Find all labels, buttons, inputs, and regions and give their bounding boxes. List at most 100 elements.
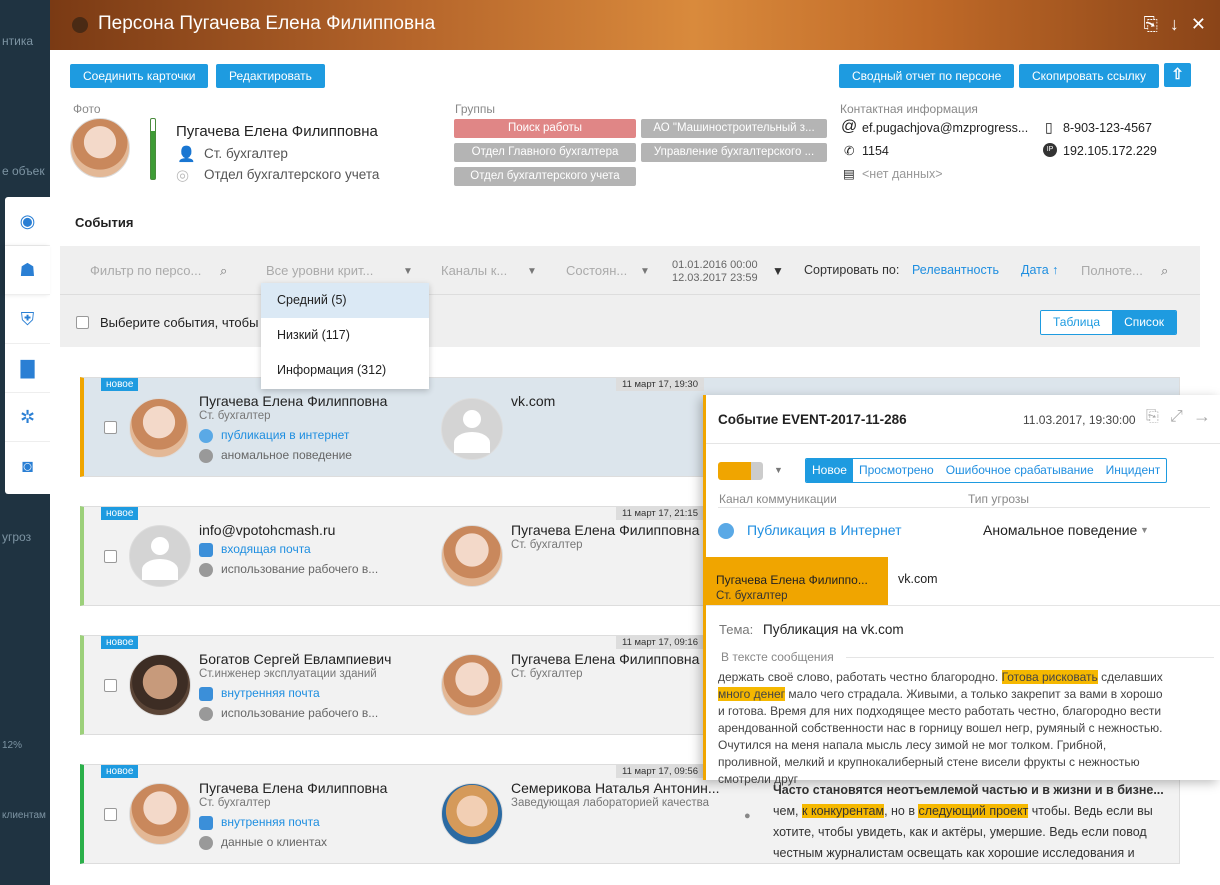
upload-icon[interactable]: ⇧ — [1164, 63, 1191, 87]
document-icon[interactable]: ▇ — [5, 344, 50, 393]
phone-icon: ✆ — [844, 144, 855, 158]
event-receiver-role: Заведующая лабораторией качества — [511, 797, 710, 809]
chevron-down-icon[interactable]: ▼ — [527, 266, 537, 277]
search-icon[interactable]: ⌕ — [220, 263, 227, 279]
new-badge: новое — [101, 378, 139, 391]
globe-icon — [718, 523, 734, 539]
close-icon[interactable]: ✕ — [1191, 14, 1206, 35]
event-checkbox[interactable] — [104, 679, 117, 692]
chevron-down-icon[interactable]: ▼ — [403, 266, 413, 277]
events-icon[interactable]: ☗ — [5, 246, 50, 295]
group-tag[interactable]: Отдел бухгалтерского учета — [454, 167, 636, 186]
event-date: 11 март 17, 19:30 — [616, 378, 704, 391]
tab-false-positive[interactable]: Ошибочное срабатывание — [940, 459, 1100, 482]
avatar — [441, 398, 503, 460]
chevron-down-icon[interactable]: ▼ — [1140, 525, 1149, 535]
levels-filter[interactable]: Все уровни крит... — [266, 263, 373, 278]
person-icon[interactable]: ◉ — [5, 197, 50, 246]
person-filter-input[interactable]: Фильтр по персо... — [90, 263, 201, 278]
bg-text: клиентам — [2, 810, 46, 821]
select-all-checkbox[interactable] — [76, 316, 89, 329]
graph-icon[interactable]: ✲ — [5, 393, 50, 442]
tab-incident[interactable]: Инцидент — [1100, 459, 1167, 482]
event-threat: использование рабочего в... — [221, 706, 379, 720]
channels-filter[interactable]: Каналы к... — [441, 263, 507, 278]
sort-date[interactable]: Дата ↑ — [1021, 263, 1058, 277]
export-icon[interactable]: ⎘ — [1144, 14, 1158, 35]
event-sender-role: Ст. бухгалтер — [199, 797, 271, 809]
chevron-down-icon[interactable]: ▼ — [774, 465, 783, 475]
avatar — [129, 398, 189, 458]
contact-email[interactable]: ef.pugachjova@mzprogress... — [862, 121, 1028, 135]
event-threat: данные о клиентах — [221, 835, 327, 849]
dropdown-item[interactable]: Низкий (117) — [261, 318, 429, 353]
event-channel[interactable]: публикация в интернет — [221, 428, 349, 442]
export-icon[interactable]: ⎘ — [1146, 408, 1159, 426]
dropdown-item[interactable]: Средний (5) — [261, 283, 429, 318]
states-filter[interactable]: Состоян... — [566, 263, 627, 278]
risk-indicator — [150, 118, 156, 180]
forward-icon[interactable]: → — [1193, 406, 1211, 427]
list-view-button[interactable]: Список — [1112, 311, 1176, 334]
window-title: Персона Пугачева Елена Филипповна — [98, 13, 436, 34]
status-dot — [72, 17, 88, 33]
group-tag[interactable]: Отдел Главного бухгалтера — [454, 143, 636, 162]
date-from[interactable]: 01.01.2016 00:00 — [672, 259, 758, 271]
chevron-down-icon[interactable]: ▼ — [640, 266, 650, 277]
event-threat: аномальное поведение — [221, 448, 352, 462]
photo-label: Фото — [73, 102, 101, 116]
contacts-label: Контактная информация — [840, 102, 978, 116]
event-channel[interactable]: внутренняя почта — [221, 686, 320, 700]
mail-icon — [199, 687, 213, 701]
table-view-button[interactable]: Таблица — [1041, 311, 1113, 334]
event-receiver-role: Ст. бухгалтер — [511, 539, 583, 551]
shield-icon[interactable]: ⛨ — [5, 295, 50, 344]
date-dropdown-icon[interactable]: ▼ — [772, 264, 784, 278]
edit-button[interactable]: Редактировать — [216, 64, 325, 88]
event-sender: Пугачева Елена Филипповна — [199, 393, 388, 409]
group-tag[interactable]: АО "Машиностроительный з... — [641, 119, 827, 138]
avatar — [441, 654, 503, 716]
fax-icon: ▤ — [843, 167, 855, 181]
tab-new[interactable]: Новое — [806, 459, 853, 482]
bg-text: нтика — [2, 34, 34, 48]
priority-indicator[interactable] — [718, 462, 763, 480]
sort-relevance[interactable]: Релевантность — [912, 263, 999, 277]
event-channel[interactable]: Публикация в Интернет — [747, 522, 902, 538]
dropdown-item[interactable]: Информация (312) — [261, 353, 429, 388]
event-channel[interactable]: входящая почта — [221, 542, 311, 556]
text-fragment: чем, — [773, 804, 803, 818]
camera-icon[interactable]: ◙ — [5, 442, 50, 491]
copy-link-button[interactable]: Скопировать ссылку — [1019, 64, 1160, 88]
search-icon[interactable]: ⌕ — [1161, 263, 1168, 279]
fulltext-input[interactable]: Полноте... — [1081, 263, 1143, 278]
text-fragment: , но в — [884, 804, 919, 818]
mail-icon — [199, 816, 213, 830]
event-channel[interactable]: внутренняя почта — [221, 815, 320, 829]
expand-icon[interactable]: ⤢ — [1170, 408, 1183, 426]
avatar — [70, 118, 130, 178]
group-tag[interactable]: Управление бухгалтерского ... — [641, 143, 827, 162]
text-highlight: Готова рисковать — [1001, 670, 1098, 684]
event-checkbox[interactable] — [104, 808, 117, 821]
event-datetime: 11.03.2017, 19:30:00 — [1023, 413, 1136, 427]
group-tag[interactable]: Поиск работы — [454, 119, 636, 138]
avatar — [441, 783, 503, 845]
merge-cards-button[interactable]: Соединить карточки — [70, 64, 209, 88]
tab-viewed[interactable]: Просмотрено — [853, 459, 940, 482]
arrow-down-icon[interactable]: ↓ — [1170, 14, 1179, 35]
person-position: Ст. бухгалтер — [204, 146, 288, 161]
event-sender: info@vpotohcmash.ru — [199, 522, 336, 538]
sort-label: Сортировать по: — [804, 263, 900, 277]
event-checkbox[interactable] — [104, 550, 117, 563]
bullet-icon: ● — [744, 810, 751, 822]
date-to[interactable]: 12.03.2017 23:59 — [672, 272, 758, 284]
contact-mobile: 8-903-123-4567 — [1063, 121, 1152, 135]
event-checkbox[interactable] — [104, 421, 117, 434]
event-threat[interactable]: Аномальное поведение — [983, 522, 1137, 538]
event-receiver-role: Ст. бухгалтер — [511, 668, 583, 680]
event-sender: Пугачева Елена Филипповна — [199, 780, 388, 796]
window-header: Персона Пугачева Елена Филипповна ⎘ ↓ ✕ — [50, 0, 1220, 50]
report-button[interactable]: Сводный отчет по персоне — [839, 64, 1015, 88]
event-title: Событие EVENT-2017-11-286 — [718, 412, 907, 427]
